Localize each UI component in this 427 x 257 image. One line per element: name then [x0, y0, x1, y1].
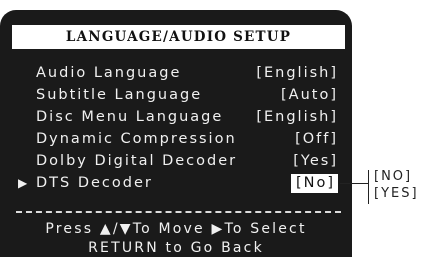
menu-item-label: Disc Menu Language [36, 109, 224, 125]
menu-item-value: [English] [256, 65, 338, 81]
menu-item-disc-menu-language[interactable]: Disc Menu Language [English] [0, 106, 352, 128]
menu-item-value: [Yes] [293, 153, 338, 169]
menu-item-value: [English] [256, 109, 338, 125]
menu-item-label: Dynamic Compression [36, 131, 237, 147]
option-yes: [YES] [374, 186, 419, 201]
menu-item-audio-language[interactable]: Audio Language [English] [0, 62, 352, 84]
menu-item-dolby-digital-decoder[interactable]: Dolby Digital Decoder [Yes] [0, 150, 352, 172]
option-no: [NO] [374, 169, 413, 184]
menu-title: LANGUAGE/AUDIO SETUP [12, 25, 345, 49]
footer-instructions: Press ▲/▼To Move ▶To Select [45, 221, 307, 237]
menu-item-dynamic-compression[interactable]: Dynamic Compression [Off] [0, 128, 352, 150]
menu-item-label: DTS Decoder [36, 175, 153, 191]
footer-return-hint: RETURN to Go Back [88, 240, 264, 256]
selection-pointer-icon: ▶ [18, 176, 28, 190]
menu-item-value-highlighted[interactable]: [No] [290, 174, 338, 193]
option-bracket [368, 170, 369, 204]
menu-item-label: Audio Language [36, 65, 182, 81]
option-connector-line [340, 183, 368, 184]
menu-item-value: [Off] [295, 131, 338, 147]
menu-item-subtitle-language[interactable]: Subtitle Language [Auto] [0, 84, 352, 106]
menu-item-dts-decoder[interactable]: ▶ DTS Decoder [No] [0, 172, 352, 194]
menu-item-label: Subtitle Language [36, 87, 203, 103]
menu-item-value: [Auto] [281, 87, 338, 103]
menu-item-label: Dolby Digital Decoder [36, 153, 238, 169]
dashed-divider [16, 211, 341, 213]
